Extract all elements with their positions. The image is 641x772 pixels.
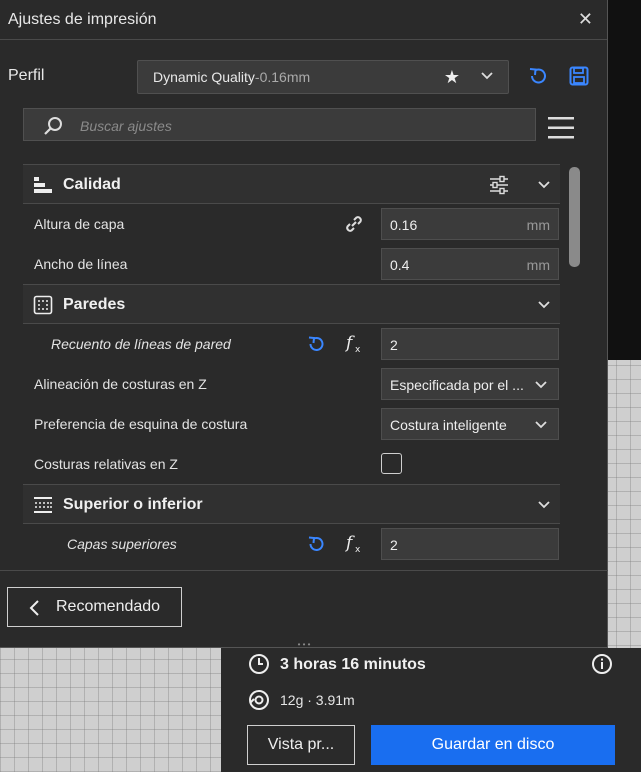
setting-label: Capas superiores	[67, 536, 177, 552]
search-input[interactable]	[80, 116, 520, 136]
save-profile-icon[interactable]	[568, 65, 590, 92]
field-value: Especificada por el ...	[390, 377, 524, 393]
category-label: Paredes	[63, 296, 126, 313]
seam-corner-select[interactable]: Costura inteligente	[381, 408, 559, 440]
save-to-disk-button[interactable]: Guardar en disco	[371, 725, 615, 765]
svg-text:x: x	[355, 345, 361, 354]
wall-line-count-input[interactable]: 2	[381, 328, 559, 360]
chevron-down-icon	[534, 418, 548, 435]
category-quality[interactable]: Calidad	[23, 164, 560, 204]
print-summary-panel: 3 horas 16 minutos 12g · 3.91m Vista pr.…	[221, 648, 641, 772]
walls-icon	[33, 295, 53, 320]
print-settings-panel: Ajustes de impresión ✕ Perfil Dynamic Qu…	[0, 0, 608, 649]
top-bottom-icon	[33, 495, 53, 520]
menu-icon[interactable]	[548, 116, 574, 145]
category-walls[interactable]: Paredes	[23, 284, 560, 324]
filament-spool-icon	[248, 689, 270, 716]
star-icon[interactable]: ★	[444, 67, 460, 88]
panel-titlebar: Ajustes de impresión ✕	[0, 0, 607, 40]
link-icon[interactable]	[343, 213, 365, 240]
profile-name: Dynamic Quality	[153, 69, 255, 85]
preview-button[interactable]: Vista pr...	[247, 725, 355, 765]
category-top-bottom[interactable]: Superior o inferior	[23, 484, 560, 524]
z-seam-alignment-select[interactable]: Especificada por el ...	[381, 368, 559, 400]
setting-layer-height: Altura de capa 0.16 mm	[23, 204, 560, 244]
field-unit: mm	[526, 217, 550, 233]
info-icon[interactable]	[591, 653, 613, 680]
field-value: 2	[390, 337, 398, 353]
setting-label: Alineación de costuras en Z	[34, 376, 207, 392]
field-value: Costura inteligente	[390, 417, 507, 433]
svg-text:x: x	[355, 545, 361, 554]
function-icon[interactable]: fx	[344, 532, 365, 559]
line-width-input[interactable]: 0.4 mm	[381, 248, 559, 280]
settings-visibility-icon[interactable]	[489, 175, 509, 200]
reset-icon[interactable]	[306, 534, 326, 559]
recommended-button[interactable]: Recomendado	[7, 587, 182, 627]
setting-top-layers: Capas superiores fx 2	[23, 524, 560, 564]
close-icon[interactable]: ✕	[578, 9, 593, 30]
top-layers-input[interactable]: 2	[381, 528, 559, 560]
setting-line-width: Ancho de línea 0.4 mm	[23, 244, 560, 284]
material-usage: 12g · 3.91m	[280, 692, 355, 708]
chevron-down-icon	[480, 69, 494, 86]
search-icon	[42, 115, 64, 142]
preview-label: Vista pr...	[267, 736, 335, 753]
chevron-down-icon	[534, 378, 548, 395]
function-icon[interactable]: fx	[344, 332, 365, 359]
save-to-disk-label: Guardar en disco	[431, 736, 555, 753]
clock-icon	[248, 653, 270, 680]
z-seam-relative-checkbox[interactable]	[381, 453, 402, 474]
profile-dropdown[interactable]: Dynamic Quality - 0.16mm ★	[137, 60, 509, 94]
setting-label: Altura de capa	[34, 216, 125, 232]
setting-z-seam-alignment: Alineación de costuras en Z Especificada…	[23, 364, 560, 404]
setting-label: Preferencia de esquina de costura	[34, 416, 248, 432]
quality-layers-icon	[33, 175, 53, 200]
setting-seam-corner-preference: Preferencia de esquina de costura Costur…	[23, 404, 560, 444]
resize-grip-icon[interactable]: • • •	[292, 641, 316, 649]
setting-wall-line-count: Recuento de líneas de pared fx 2	[23, 324, 560, 364]
setting-z-seam-relative: Costuras relativas en Z	[23, 444, 560, 484]
settings-scrollbar[interactable]	[569, 167, 580, 267]
chevron-down-icon	[537, 498, 551, 517]
chevron-left-icon	[28, 599, 42, 622]
chevron-down-icon	[537, 178, 551, 197]
search-box	[23, 108, 536, 141]
footer-divider	[0, 570, 608, 571]
profile-label: Perfil	[8, 67, 45, 84]
layer-height-input[interactable]: 0.16 mm	[381, 208, 559, 240]
field-value: 0.4	[390, 257, 410, 273]
chevron-down-icon	[537, 298, 551, 317]
field-value: 0.16	[390, 217, 418, 233]
setting-label: Recuento de líneas de pared	[51, 336, 231, 352]
setting-label: Costuras relativas en Z	[34, 456, 178, 472]
recommended-label: Recomendado	[56, 598, 161, 615]
panel-title: Ajustes de impresión	[8, 10, 157, 28]
reset-icon[interactable]	[306, 334, 326, 359]
field-value: 2	[390, 537, 398, 553]
category-label: Superior o inferior	[63, 496, 203, 513]
settings-list: Calidad Altura de capa 0.16 mm Ancho de …	[23, 164, 560, 568]
category-label: Calidad	[63, 176, 121, 193]
profile-variant: 0.16mm	[259, 69, 311, 85]
svg-text:f: f	[345, 533, 355, 553]
setting-label: Ancho de línea	[34, 256, 128, 272]
print-time: 3 horas 16 minutos	[280, 656, 426, 673]
viewport-dark-area	[608, 0, 641, 360]
reset-profile-icon[interactable]	[527, 65, 549, 92]
field-unit: mm	[526, 257, 550, 273]
svg-text:f: f	[345, 333, 355, 353]
profile-row: Perfil Dynamic Quality - 0.16mm ★	[0, 58, 608, 96]
